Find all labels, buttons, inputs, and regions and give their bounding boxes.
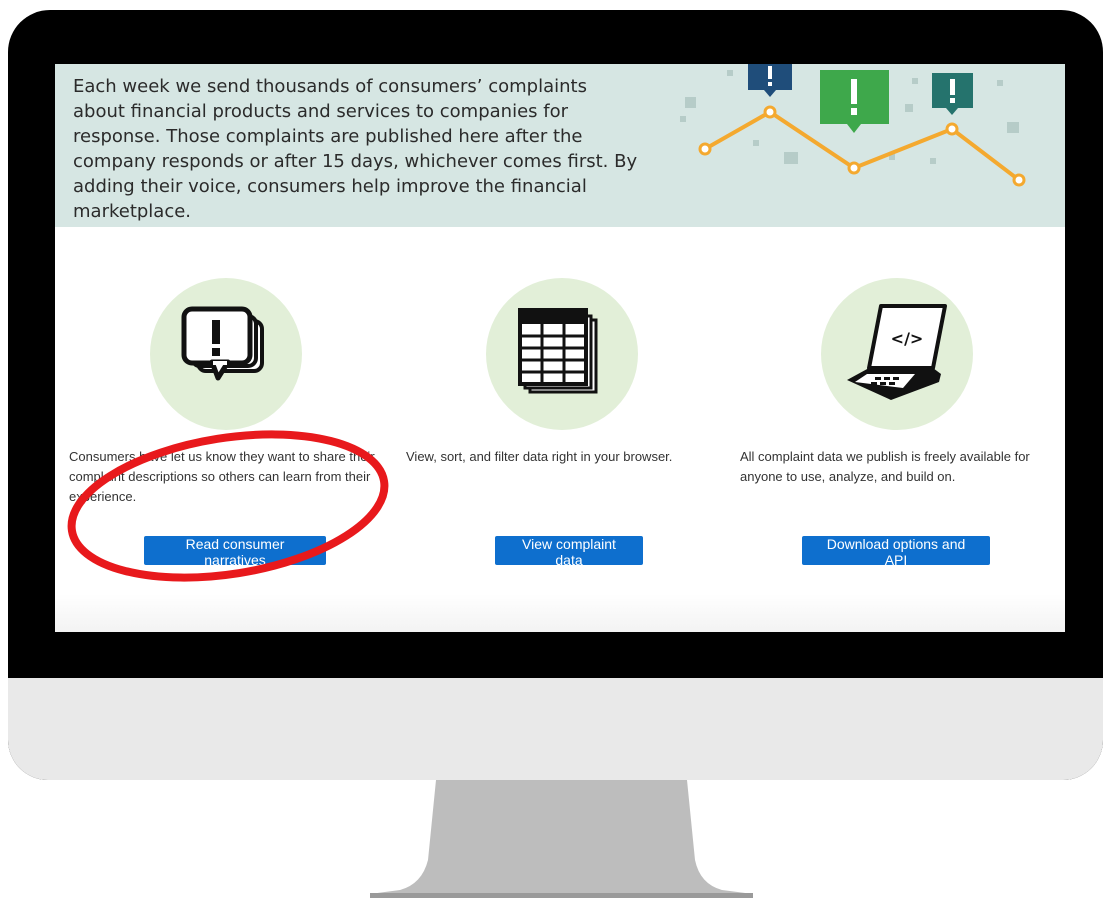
svg-text:</>: </> (891, 329, 924, 348)
icon-circle (486, 278, 638, 430)
download-description: All complaint data we publish is freely … (740, 449, 1030, 484)
icon-circle: </> (821, 278, 973, 430)
alert-flag-icon (820, 70, 889, 133)
hero-banner: Each week we send thousands of consumers… (55, 64, 1065, 227)
complaints-chart-illustration (680, 64, 1026, 187)
alert-flag-icon (748, 64, 792, 97)
monitor-chin (8, 678, 1103, 780)
laptop-code-icon: </> (847, 304, 947, 400)
monitor-stand (370, 780, 753, 898)
speech-bubbles-exclamation-icon (181, 306, 264, 381)
icon-circle (150, 278, 302, 430)
hero-text: Each week we send thousands of consumers… (73, 76, 638, 222)
page-fade (55, 594, 1065, 632)
download-options-and-api-button[interactable]: Download options and API (802, 536, 990, 568)
view-complaint-data-button[interactable]: View complaint data (495, 536, 643, 568)
red-highlight-ellipse (67, 430, 389, 582)
spreadsheet-stack-icon (518, 308, 598, 394)
monitor: Each week we send thousands of consumers… (8, 10, 1103, 780)
complaint-data-description: View, sort, and filter data right in you… (406, 449, 673, 464)
alert-flag-icon (932, 73, 973, 115)
